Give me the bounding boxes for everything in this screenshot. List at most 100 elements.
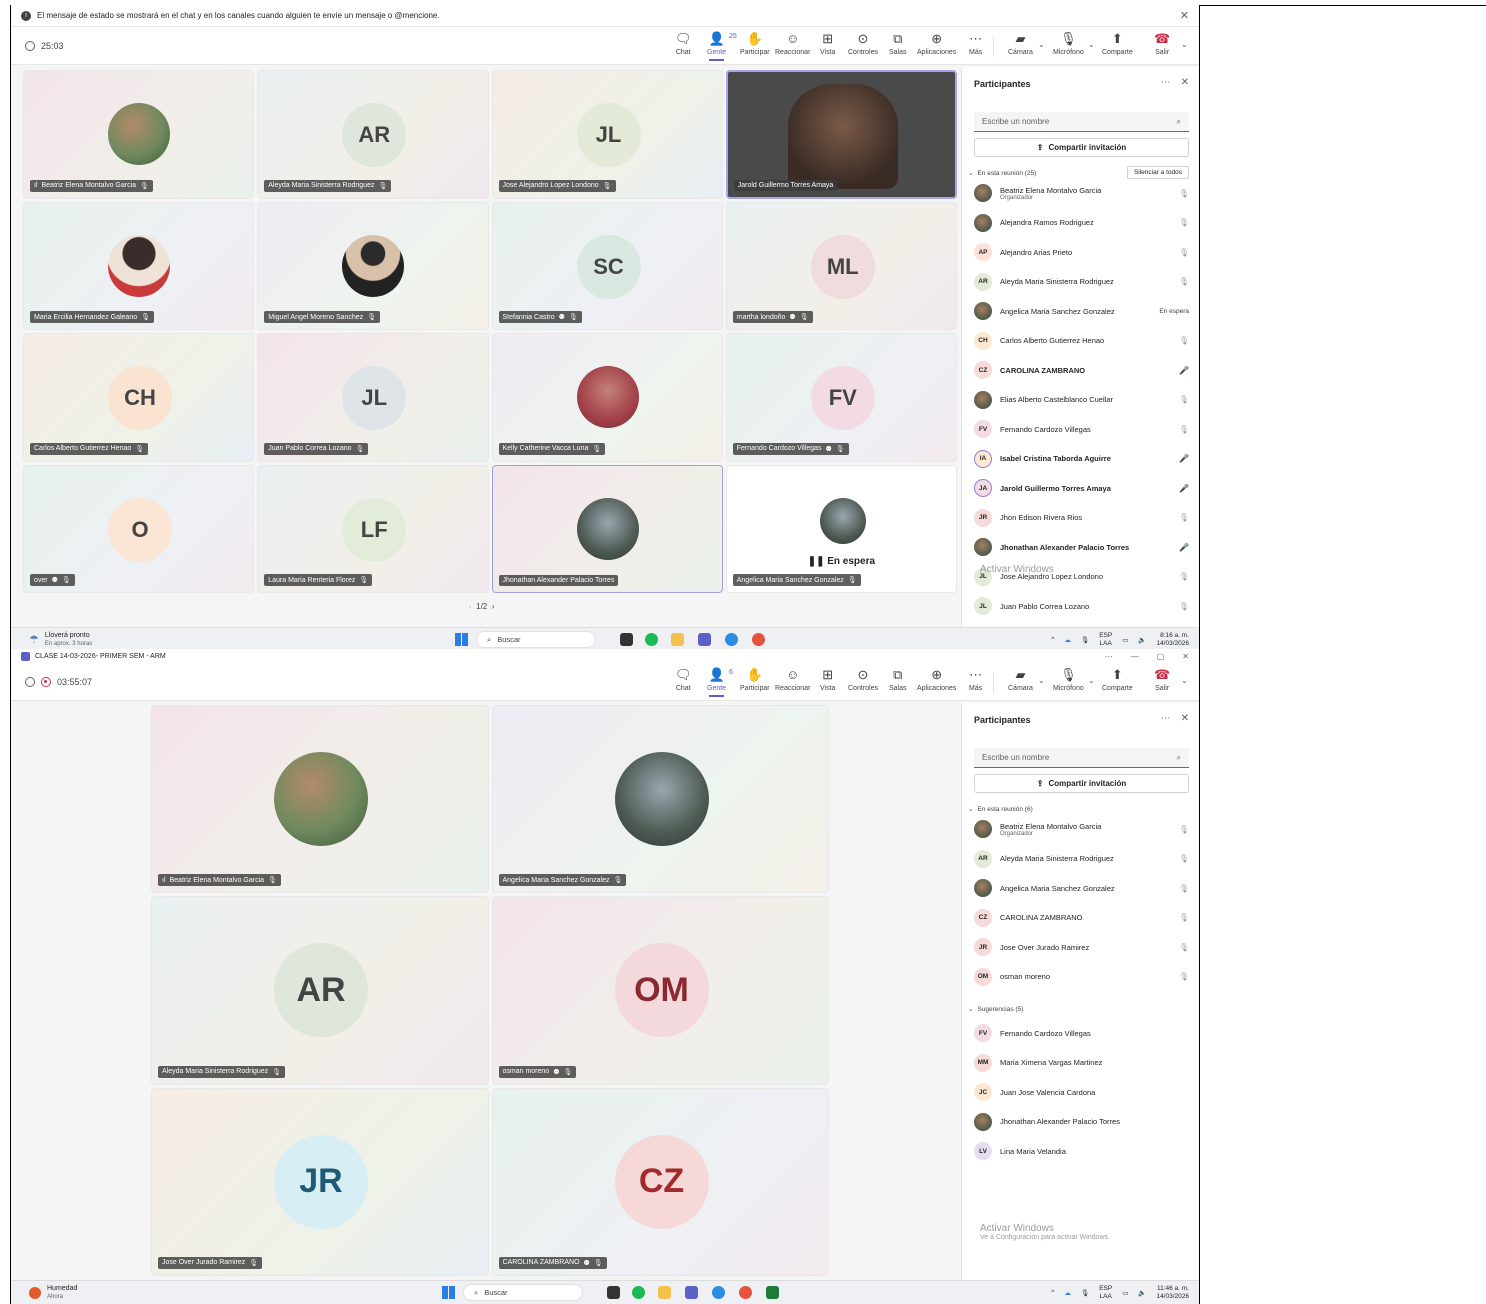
participant-row[interactable]: Angelica Maria Sanchez Gonzalez 🎙 [974,876,1189,900]
participant-row[interactable]: CZ CAROLINA ZAMBRANO 🎤 [974,358,1189,382]
participant-row[interactable]: JR Jose Over Jurado Ramirez 🎙 [974,935,1189,959]
react-button[interactable]: ☺ Reaccionar [775,667,810,692]
clock[interactable]: 8:16 a. m. 14/03/2026 [1156,632,1189,648]
more-button[interactable]: ⋯ Más [969,667,982,692]
raise-hand-button[interactable]: ✋ Participar [740,667,770,692]
video-tile[interactable]: JR Jose Over Jurado Ramirez 🎙 [151,1087,489,1276]
video-tile[interactable]: ❚❚ En espera Angelica Maria Sanchez Gonza… [725,464,957,593]
more-button[interactable]: ⋯ Más [969,31,982,56]
video-tile[interactable]: JL Juan Pablo Correa Lozano 🎙 [257,333,489,462]
video-tile[interactable]: Oover ⚉ 🎙 [23,464,255,593]
rooms-button[interactable]: ⧉ Salas [889,667,907,692]
mic-button[interactable]: 🎙 Micrófono [1053,31,1084,56]
video-tile[interactable]: Jarold Guillermo Torres Amaya [725,70,957,199]
more-icon[interactable]: ⋯ [1161,77,1171,88]
language-indicator[interactable]: ESP LAA [1099,632,1112,648]
language-indicator[interactable]: ESP LAA [1099,1285,1112,1301]
apps-button[interactable]: ⊕ Aplicaciones [917,667,956,692]
video-tile[interactable]: JL Jose Alejandro Lopez Londono 🎙 [491,70,723,199]
section-header[interactable]: ⌄ En esta reunión (6) [968,805,1033,814]
mic-on-icon[interactable]: 🎤 [1179,366,1189,375]
participant-row[interactable]: JA Jarold Guillermo Torres Amaya 🎤 [974,476,1189,500]
teams-icon[interactable] [698,633,711,646]
view-button[interactable]: ⊞ Vista [820,31,835,56]
mic-off-icon[interactable]: 🎙 [1179,395,1189,404]
camera-button[interactable]: ▰ Cámara [1008,31,1033,56]
video-tile[interactable]: CH Carlos Alberto Gutierrez Henao 🎙 [23,333,255,462]
video-tile[interactable]: Maria Ercilia Hernandez Galeano 🎙 [23,201,255,330]
participant-row[interactable]: Beatriz Elena Montalvo Garcia Organizador… [974,817,1189,841]
participant-row[interactable]: AR Aleyda Maria Sinisterra Rodriguez 🎙 [974,270,1189,294]
mute-all-button[interactable]: Silenciar a todos [1126,166,1189,179]
people-button[interactable]: 👤 6 Gente [707,667,733,697]
mic-off-icon[interactable]: 🎙 [1179,884,1189,893]
share-invite-button[interactable]: ⇪ Compartir invitación [974,774,1189,793]
task-view-icon[interactable] [620,633,633,646]
video-tile[interactable]: SC Stefannia Castro ⚉ 🎙 [491,201,723,330]
raise-hand-button[interactable]: ✋ Participar [740,31,770,56]
share-button[interactable]: ⬆ Comparte [1102,667,1133,692]
controls-button[interactable]: ⊙ Controles [848,667,878,692]
mic-off-icon[interactable]: 🎙 [1179,277,1189,286]
mic-off-icon[interactable]: 🎙 [1179,602,1189,611]
participant-row[interactable]: Elias Alberto Castelblanco Cuellar 🎙 [974,388,1189,412]
close-icon[interactable]: ✕ [1180,9,1189,22]
onedrive-icon[interactable]: ☁ [1064,636,1071,644]
camera-button[interactable]: ▰ Cámara [1008,667,1033,692]
video-tile[interactable]: Kelly Catherine Vacca Luna 🎙 [491,333,723,462]
mic-off-icon[interactable]: 🎙 [1179,972,1189,981]
mic-off-icon[interactable]: 🎙 [1179,854,1189,863]
weather-widget[interactable]: Humedad Ahora [29,1285,77,1301]
chevron-up-icon[interactable]: ^ [1051,636,1054,643]
volume-icon[interactable]: 🔈 [1138,636,1146,644]
participant-row[interactable]: Beatriz Elena Montalvo Garcia Organizador… [974,181,1189,205]
people-button[interactable]: 👤 25 Gente [707,31,737,61]
chat-button[interactable]: 🗨 Chat [675,667,692,692]
close-icon[interactable]: ✕ [1182,652,1189,661]
chevron-down-icon[interactable]: ⌄ [1088,676,1095,685]
chevron-down-icon[interactable]: ⌄ [1181,676,1188,685]
search-input[interactable]: Escribe un nombre ⌕ [974,748,1189,768]
chevron-down-icon[interactable]: ⌄ [1038,676,1045,685]
video-tile[interactable]: ML martha londoño ⚉ 🎙 [725,201,957,330]
video-tile[interactable]: Angelica Maria Sanchez Gonzalez 🎙 [491,705,829,894]
chevron-down-icon[interactable]: ⌄ [1088,40,1095,49]
windows-start-icon[interactable] [455,633,468,646]
leave-button[interactable]: ☎ Salir [1154,31,1170,56]
video-tile[interactable]: AR Aleyda Maria Sinisterra Rodriguez 🎙 [151,896,489,1085]
mic-off-icon[interactable]: 🎙 [1179,189,1189,198]
participant-row[interactable]: CZ CAROLINA ZAMBRANO 🎙 [974,906,1189,930]
minimize-icon[interactable]: — [1131,652,1139,661]
video-tile[interactable]: LF Laura Maria Renteria Florez 🎙 [257,464,489,593]
chevron-down-icon[interactable]: ⌄ [1181,40,1188,49]
task-view-icon[interactable] [607,1286,620,1299]
leave-button[interactable]: ☎ Salir [1154,667,1170,692]
mic-off-icon[interactable]: 🎙 [1179,943,1189,952]
mic-off-icon[interactable]: 🎙 [1179,825,1189,834]
file-explorer-icon[interactable] [658,1286,671,1299]
video-tile[interactable]: OM osman moreno ⚉ 🎙 [491,896,829,1085]
participant-row[interactable]: LV Lina Maria Velandia [974,1139,1189,1163]
edge-icon[interactable] [725,633,738,646]
file-explorer-icon[interactable] [671,633,684,646]
excel-icon[interactable] [766,1286,779,1299]
volume-icon[interactable]: 🔈 [1138,1289,1146,1297]
chevron-right-icon[interactable]: › [492,602,495,611]
participant-row[interactable]: AR Aleyda Maria Sinisterra Rodriguez 🎙 [974,847,1189,871]
windows-start-icon[interactable] [442,1286,455,1299]
chevron-left-icon[interactable]: ‹ [469,602,472,611]
participant-row[interactable]: MM Maria Ximena Vargas Martinez [974,1051,1189,1075]
mic-off-icon[interactable]: 🎙 [1179,218,1189,227]
mic-off-icon[interactable]: 🎙 [1081,1289,1089,1297]
participant-row[interactable]: Alejandra Ramos Rodriguez 🎙 [974,211,1189,235]
video-tile[interactable]: FV Fernando Cardozo Villegas ⚉ 🎙 [725,333,957,462]
chat-button[interactable]: 🗨 Chat [675,31,692,56]
participant-row[interactable]: IA Isabel Cristina Taborda Aguirre 🎤 [974,447,1189,471]
taskbar-search[interactable]: ⌕ Buscar [476,631,596,648]
participant-row[interactable]: JL Juan Pablo Correa Lozano 🎙 [974,594,1189,618]
chevron-up-icon[interactable]: ^ [1051,1289,1054,1296]
section-header[interactable]: ⌄ En esta reunión (25) [968,169,1036,178]
mic-on-icon[interactable]: 🎤 [1179,454,1189,463]
suggestions-header[interactable]: ⌄ Sugerencias (5) [968,1005,1023,1014]
video-tile[interactable]: ıl Beatriz Elena Montalvo Garcia 🎙 [23,70,255,199]
